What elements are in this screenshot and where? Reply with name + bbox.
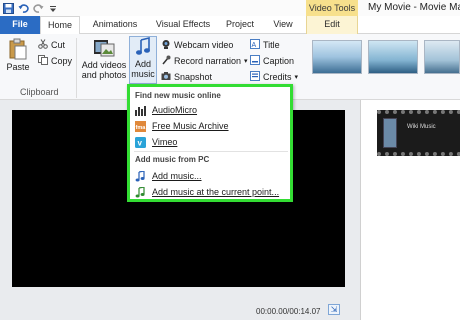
tab-home[interactable]: Home xyxy=(40,16,80,35)
add-music-button[interactable]: Add music xyxy=(129,36,157,84)
caption-icon xyxy=(250,55,260,67)
music-note-icon xyxy=(135,36,151,59)
scissors-icon xyxy=(38,39,48,51)
menu-item-audiomicro[interactable]: AudioMicro xyxy=(135,103,290,117)
video-tools-context-label: Video Tools xyxy=(306,0,358,16)
credits-button[interactable]: Credits ▾ xyxy=(250,71,298,83)
paste-button[interactable]: Paste xyxy=(5,38,31,72)
svg-text:v: v xyxy=(138,138,143,147)
vimeo-icon: v xyxy=(135,136,146,148)
ribbon-separator xyxy=(76,38,77,98)
clip-thumbnail xyxy=(383,118,397,148)
window-title: My Movie - Movie Make xyxy=(368,2,460,13)
expand-preview-button[interactable]: ⇲ xyxy=(328,304,340,315)
playback-timecode: 00:00.00/00:14.07 xyxy=(256,307,321,316)
add-videos-label: Add videos and photos xyxy=(81,60,127,80)
copy-button[interactable]: Copy xyxy=(38,55,72,67)
dropdown-arrow-icon: ▾ xyxy=(244,58,248,65)
svg-text:A: A xyxy=(252,42,257,49)
cut-button[interactable]: Cut xyxy=(38,39,65,51)
snapshot-button[interactable]: Snapshot xyxy=(161,71,212,83)
record-narration-button[interactable]: Record narration ▾ xyxy=(161,55,248,67)
add-music-item-label: Add music... xyxy=(152,171,202,181)
webcam-video-label: Webcam video xyxy=(174,40,234,50)
copy-label: Copy xyxy=(51,56,73,66)
customize-icon[interactable] xyxy=(47,2,59,14)
svg-text:fma: fma xyxy=(136,125,147,131)
storyboard-clip[interactable]: Wiki Music xyxy=(377,110,460,156)
paste-label: Paste xyxy=(6,62,30,72)
record-narration-label: Record narration xyxy=(174,56,242,66)
music-note-icon xyxy=(135,170,146,182)
tab-visual-effects[interactable]: Visual Effects xyxy=(150,16,216,34)
film-photo-icon xyxy=(93,38,115,60)
tab-animations[interactable]: Animations xyxy=(86,16,144,34)
credits-label: Credits xyxy=(263,72,292,82)
credits-icon xyxy=(250,71,260,83)
tab-edit[interactable]: Edit xyxy=(306,16,358,34)
title-button[interactable]: A Title xyxy=(250,39,280,51)
caption-button[interactable]: Caption xyxy=(250,55,294,67)
redo-icon[interactable] xyxy=(32,2,44,14)
online-music-header: Find new music online xyxy=(135,91,221,100)
clip-label: Wiki Music xyxy=(407,124,436,130)
pc-music-header: Add music from PC xyxy=(135,155,210,164)
menu-item-free-music-archive[interactable]: fma Free Music Archive xyxy=(135,119,290,133)
quick-access-toolbar xyxy=(2,1,59,15)
tab-file[interactable]: File xyxy=(0,16,40,34)
expand-icon: ⇲ xyxy=(330,305,338,314)
autoMovie-theme-thumbnail[interactable] xyxy=(312,40,362,74)
cut-label: Cut xyxy=(51,40,66,50)
autoMovie-theme-thumbnail[interactable] xyxy=(424,40,460,74)
tab-project[interactable]: Project xyxy=(222,16,258,34)
free-music-archive-label: Free Music Archive xyxy=(152,121,229,131)
storyboard-pane: Wiki Music xyxy=(360,100,460,320)
free-music-archive-icon: fma xyxy=(135,120,147,132)
microphone-icon xyxy=(161,55,171,67)
add-music-label: Add music xyxy=(131,59,155,79)
undo-icon[interactable] xyxy=(17,2,29,14)
clipboard-group-label: Clipboard xyxy=(20,87,59,97)
caption-label: Caption xyxy=(263,56,295,66)
webcam-video-button[interactable]: Webcam video xyxy=(161,39,233,51)
menu-item-add-music-at-current-point[interactable]: Add music at the current point... xyxy=(135,185,290,199)
menu-separator xyxy=(134,151,288,152)
audiomicro-icon xyxy=(135,105,146,116)
save-icon[interactable] xyxy=(2,2,14,14)
tab-view[interactable]: View xyxy=(268,16,298,34)
ribbon-tabs: File Home Animations Visual Effects Proj… xyxy=(0,16,460,35)
dropdown-arrow-icon: ▾ xyxy=(294,74,299,81)
title-bar: Video Tools My Movie - Movie Make xyxy=(0,0,460,16)
camera-icon xyxy=(161,71,171,83)
autoMovie-theme-thumbnail[interactable] xyxy=(368,40,418,74)
title-icon: A xyxy=(250,39,260,51)
vimeo-label: Vimeo xyxy=(152,137,178,147)
title-label: Title xyxy=(263,40,280,50)
add-videos-and-photos-button[interactable]: Add videos and photos xyxy=(80,38,128,80)
audiomicro-label: AudioMicro xyxy=(152,105,198,115)
music-note-plus-icon xyxy=(135,186,146,198)
add-music-dropdown-menu: Find new music online AudioMicro fma Fre… xyxy=(127,84,293,202)
add-music-at-current-point-label: Add music at the current point... xyxy=(152,187,280,197)
snapshot-label: Snapshot xyxy=(174,72,213,82)
paste-icon xyxy=(9,38,27,62)
menu-item-vimeo[interactable]: v Vimeo xyxy=(135,135,290,149)
menu-item-add-music[interactable]: Add music... xyxy=(135,169,290,183)
webcam-icon xyxy=(161,39,171,51)
copy-icon xyxy=(38,55,48,67)
